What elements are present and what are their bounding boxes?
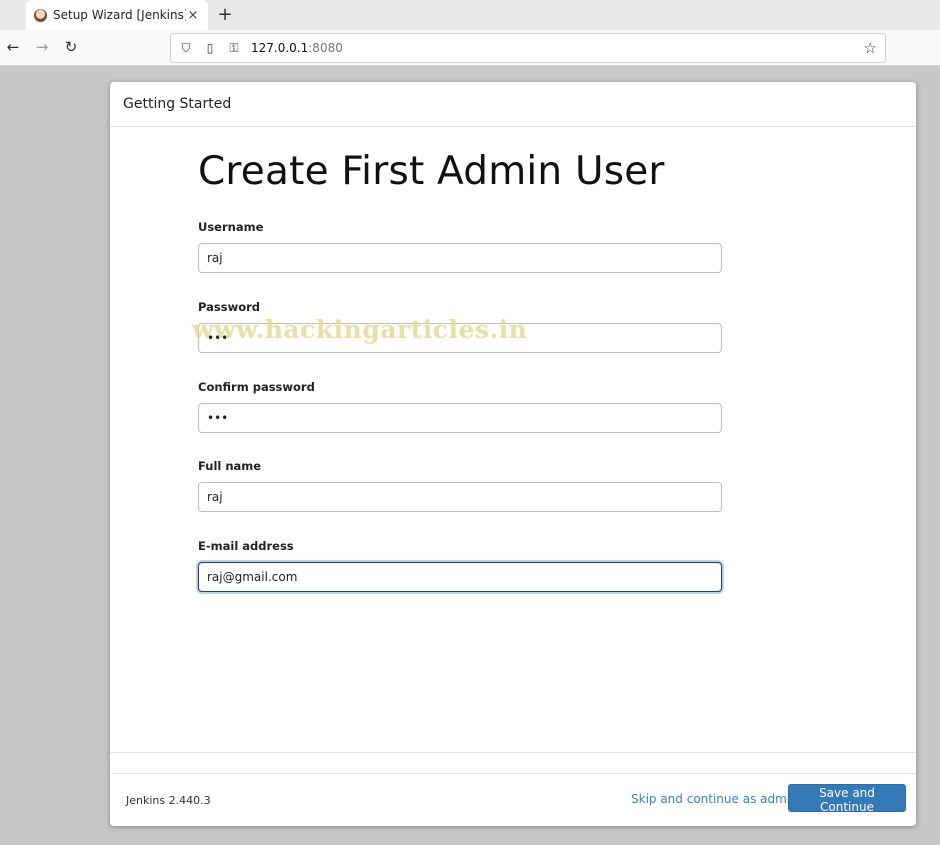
forward-arrow-icon[interactable]: →: [33, 38, 51, 56]
confirm-password-input[interactable]: [198, 403, 722, 433]
page-title: Create First Admin User: [198, 149, 665, 194]
username-label: Username: [198, 220, 264, 234]
confirm-password-label: Confirm password: [198, 380, 315, 394]
confirm-password-field-group: Confirm password: [198, 380, 722, 433]
url-port: :8080: [308, 41, 343, 55]
browser-nav-bar: ← → ↻ ⛉ ▯ ⚿ 127.0.0.1:8080 ☆: [0, 30, 940, 66]
full-name-input[interactable]: [198, 482, 722, 512]
username-input[interactable]: [198, 243, 722, 273]
version-label: Jenkins 2.440.3: [126, 794, 211, 807]
new-tab-icon[interactable]: +: [216, 4, 234, 25]
email-input[interactable]: [198, 562, 722, 592]
browser-tab-bar: Setup Wizard [Jenkins] × +: [0, 0, 940, 30]
jenkins-favicon-icon: [34, 8, 47, 22]
password-field-group: Password: [198, 300, 722, 353]
skip-continue-as-admin-link[interactable]: Skip and continue as admin: [631, 792, 798, 806]
username-field-group: Username: [198, 220, 722, 273]
close-icon[interactable]: ×: [186, 8, 200, 23]
setup-wizard-dialog: Getting Started Create First Admin User …: [110, 82, 916, 826]
dialog-footer: Jenkins 2.440.3 Skip and continue as adm…: [110, 773, 916, 845]
full-name-label: Full name: [198, 459, 262, 473]
email-field-group: E-mail address: [198, 539, 722, 592]
key-icon[interactable]: ⚿: [227, 41, 241, 56]
page-icon[interactable]: ▯: [203, 41, 217, 55]
shield-icon[interactable]: ⛉: [179, 41, 193, 56]
reload-icon[interactable]: ↻: [62, 38, 80, 56]
dialog-body: Create First Admin User Username Passwor…: [110, 127, 916, 753]
address-bar[interactable]: ⛉ ▯ ⚿ 127.0.0.1:8080 ☆: [170, 33, 886, 63]
browser-tab[interactable]: Setup Wizard [Jenkins] ×: [26, 0, 208, 30]
back-arrow-icon[interactable]: ←: [4, 38, 22, 56]
full-name-field-group: Full name: [198, 459, 722, 512]
tab-title: Setup Wizard [Jenkins]: [53, 8, 186, 22]
bookmark-star-icon[interactable]: ☆: [864, 39, 877, 57]
url-host: 127.0.0.1: [251, 41, 309, 55]
dialog-header: Getting Started: [110, 82, 916, 127]
save-and-continue-button[interactable]: Save and Continue: [788, 784, 906, 814]
password-input[interactable]: [198, 323, 722, 353]
password-label: Password: [198, 300, 260, 314]
email-label: E-mail address: [198, 539, 294, 553]
